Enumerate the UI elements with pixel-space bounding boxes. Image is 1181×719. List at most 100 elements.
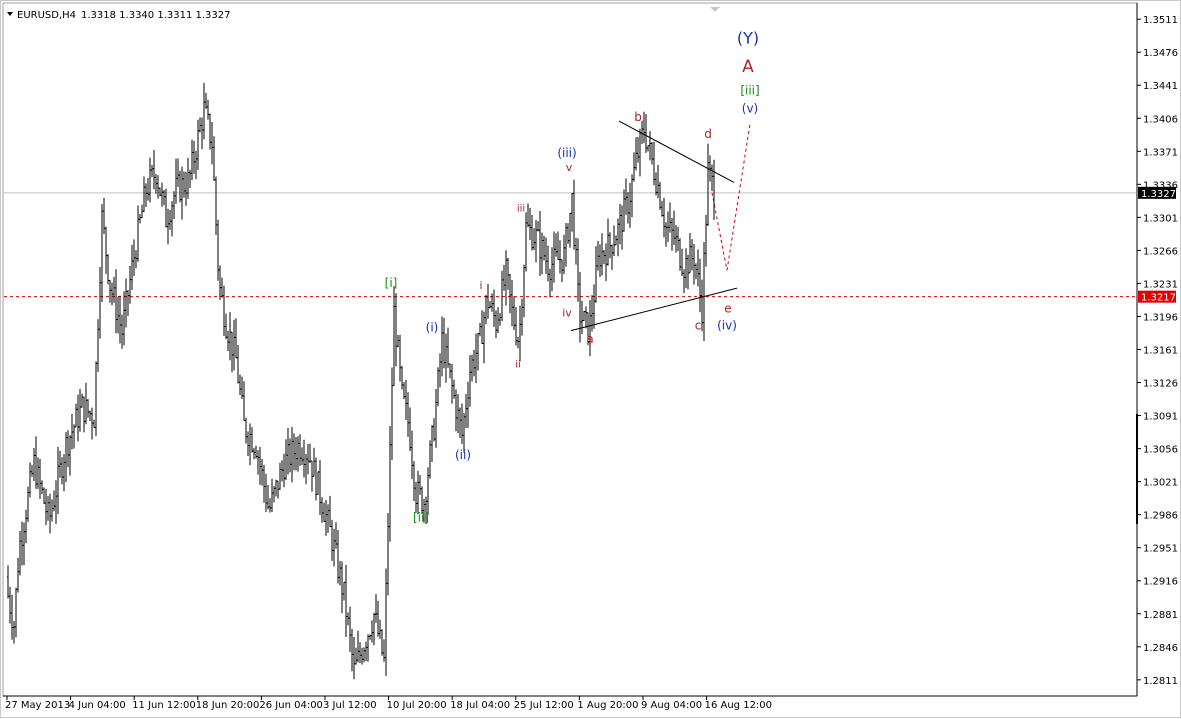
ohlc-bar [267,485,269,510]
chart: EURUSD,H4 1.3318 1.3340 1.3311 1.3327 (Y… [0,0,1181,718]
ohlc-bar [525,212,527,272]
ohlc-bar [67,430,69,468]
ohlc-bar [575,237,577,265]
ohlc-bar [23,522,25,566]
ohlc-bar [65,432,67,483]
ohlc-bar [417,470,419,515]
ohlc-bar [105,226,107,274]
ohlc-bar [215,176,217,235]
ohlc-bar [27,486,29,522]
ohlc-bar [21,521,23,566]
ohlc-bar [59,450,61,478]
ohlc-bar [705,214,707,267]
ohlc-bar [95,361,97,436]
ohlc-bar [15,587,17,638]
ohlc-bar [141,204,143,219]
ohlc-bar [665,222,667,247]
ohlc-bar [113,276,115,303]
ohlc-bar [195,150,197,180]
wave-label: A [742,57,754,77]
ohlc-bar [623,189,625,232]
ohlc-bar [457,394,459,434]
y-tick-label: 1.3441 [1143,81,1178,92]
ohlc-bar [331,519,333,561]
ohlc-bar [107,254,109,285]
ohlc-bar [699,258,701,313]
ohlc-bar [695,263,697,280]
ohlc-bar [83,396,85,433]
ohlc-bar [241,376,243,399]
ohlc-bar [57,446,59,515]
ohlc-bar [323,502,325,522]
x-tick-label: 26 Jun 04:00 [259,700,323,711]
ohlc-bar [529,208,531,241]
ohlc-bar [61,457,63,485]
ohlc-bar [517,336,519,349]
ohlc-bar [679,238,681,271]
ohlc-bar [255,445,257,459]
wave-label: v [566,161,573,174]
ohlc-bar [55,480,57,524]
ohlc-bar [403,382,405,400]
ohlc-bar [471,354,473,382]
ohlc-bar [145,183,147,207]
ohlc-bar [33,448,35,481]
ohlc-bar [261,458,263,486]
ohlc-bar [173,191,175,220]
ohlc-bar [39,458,41,500]
ohlc-bar [569,212,571,248]
ohlc-bar [669,202,671,233]
ohlc-bar [135,250,137,269]
ohlc-bar [359,642,361,664]
wave-label: [i] [385,276,398,290]
ohlc-bar [305,454,307,485]
ohlc-bar [97,319,99,372]
ohlc-bar [453,379,455,399]
ohlc-bar [627,192,629,224]
ohlc-bar [167,208,169,245]
ohlc-bar [415,481,417,513]
ohlc-bar [671,217,673,251]
ohlc-bar [385,568,387,676]
ohlc-bar [593,284,595,329]
ohlc-bar [151,164,153,178]
ohlc-bar [505,250,507,306]
ohlc-bar [603,250,605,265]
ohlc-bar [177,158,179,187]
price-scale-scroll-handle[interactable] [1136,414,1138,524]
ohlc-bar [427,467,429,516]
symbol-dropdown-icon[interactable] [7,12,13,16]
ohlc-bar [45,488,47,526]
ohlc-bar [123,291,125,346]
ohlc-bar [285,439,287,481]
x-tick-label: 16 Aug 12:00 [705,700,772,711]
ohlc-bar [637,136,639,163]
wave-label: (i) [426,321,439,335]
scroll-marker-icon[interactable] [710,7,720,12]
ohlc-bar [629,182,631,228]
ohlc-bar [675,225,677,253]
ohlc-bar [397,335,399,348]
ohlc-bar [577,238,579,302]
wave-label: e [724,302,731,316]
ohlc-bar [259,446,261,485]
ohlc-bar [365,641,367,661]
ohlc-bar [227,330,229,352]
ohlc-bar [293,433,295,471]
wave-label: i [479,279,482,292]
ohlc-bar [213,136,215,181]
ohlc-bar [533,228,535,251]
y-tick-label: 1.3196 [1143,312,1178,323]
ohlc-bar [597,240,599,271]
ohlc-bar [535,219,537,263]
ohlc-bar [645,114,647,153]
ohlc-bar [649,131,651,161]
ohlc-bar [199,117,201,133]
ohlc-bar [121,314,123,349]
ohlc-bar [51,499,53,522]
ohlc-bar [375,594,377,623]
y-tick-label: 1.3091 [1143,412,1178,423]
ohlc-bar [439,353,441,388]
ohlc-bar [63,454,65,492]
ohlc-bar [391,367,393,460]
